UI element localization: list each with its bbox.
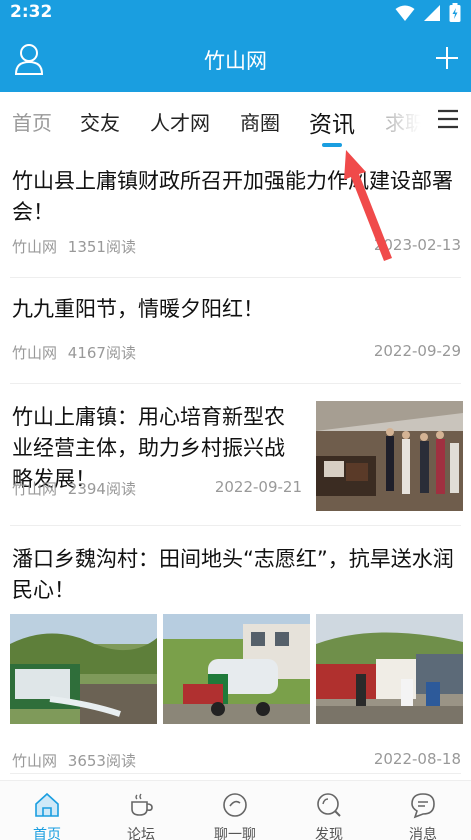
list-item[interactable]: 竹山上庸镇：用心培育新型农业经营主体，助力乡村振兴战略发展！ 竹山网 2394阅… <box>10 384 463 526</box>
nav-discover-label: 发现 <box>315 827 343 840</box>
nav-home[interactable]: 首页 <box>0 781 94 840</box>
status-time: 2:32 <box>10 2 53 22</box>
tab-home[interactable]: 首页 <box>12 107 52 136</box>
active-tab-indicator <box>322 143 342 147</box>
menu-icon[interactable] <box>437 108 459 130</box>
news-feed: 竹山县上庸镇财政所召开加强能力作风建设部署会！ 竹山网 1351阅读 2023-… <box>0 148 471 774</box>
wifi-icon <box>395 5 415 21</box>
article-thumbnail[interactable] <box>316 401 463 511</box>
article-reads: 3653阅读 <box>67 752 136 770</box>
chat-circle-icon <box>223 793 247 817</box>
message-icon <box>411 793 435 819</box>
nav-forum[interactable]: 论坛 <box>94 781 188 840</box>
list-item[interactable]: 潘口乡魏沟村：田间地头“志愿红”，抗旱送水润民心！ 竹山网 3653阅读 202… <box>10 526 463 774</box>
nav-home-label: 首页 <box>33 827 61 840</box>
discover-icon <box>317 793 341 817</box>
bottom-nav: 首页 论坛 聊一聊 发现 消息 <box>0 780 471 840</box>
status-bar: 2:32 <box>0 0 471 26</box>
nav-chat-label: 聊一聊 <box>214 827 256 840</box>
article-thumbnails <box>10 614 463 724</box>
list-item[interactable]: 九九重阳节，情暖夕阳红！ 竹山网 4167阅读 2022-09-29 <box>10 278 461 384</box>
nav-forum-label: 论坛 <box>127 827 155 840</box>
article-reads: 2394阅读 <box>67 480 136 498</box>
signal-icon <box>424 5 440 21</box>
article-thumbnail[interactable] <box>10 614 157 724</box>
app-title: 竹山网 <box>204 49 267 73</box>
article-date: 2022-08-18 <box>373 750 461 768</box>
article-meta: 竹山网 2394阅读 2022-09-21 <box>12 478 304 499</box>
annotation-arrow <box>344 150 392 261</box>
battery-icon <box>449 3 461 22</box>
article-reads: 4167阅读 <box>67 344 136 362</box>
app-bar: 竹山网 <box>0 26 471 92</box>
article-source: 竹山网 <box>12 344 58 362</box>
article-date: 2022-09-29 <box>373 342 461 360</box>
article-reads: 1351阅读 <box>67 238 136 256</box>
article-title: 潘口乡魏沟村：田间地头“志愿红”，抗旱送水润民心！ <box>12 547 454 602</box>
article-source: 竹山网 <box>12 238 58 256</box>
nav-chat[interactable]: 聊一聊 <box>188 781 282 840</box>
nav-messages[interactable]: 消息 <box>376 781 470 840</box>
coffee-cup-icon <box>131 793 153 816</box>
tab-fade <box>370 92 430 148</box>
article-meta: 竹山网 4167阅读 2022-09-29 <box>12 342 463 363</box>
article-source: 竹山网 <box>12 752 58 770</box>
home-icon <box>35 792 59 817</box>
tab-dating[interactable]: 交友 <box>80 107 120 136</box>
article-title: 九九重阳节，情暖夕阳红！ <box>12 297 264 321</box>
article-source: 竹山网 <box>12 480 58 498</box>
plus-icon[interactable] <box>435 46 459 70</box>
article-thumbnail[interactable] <box>163 614 310 724</box>
nav-discover[interactable]: 发现 <box>282 781 376 840</box>
category-tabs: 首页 交友 人才网 商圈 资讯 求职 <box>0 92 471 148</box>
article-thumbnail[interactable] <box>316 614 463 724</box>
article-meta: 竹山网 3653阅读 2022-08-18 <box>12 750 463 771</box>
tab-jobs[interactable]: 人才网 <box>150 107 210 136</box>
tab-business[interactable]: 商圈 <box>240 107 280 136</box>
tab-news[interactable]: 资讯 <box>309 105 355 139</box>
article-date: 2022-09-21 <box>214 478 302 496</box>
status-icons <box>395 3 461 23</box>
nav-messages-label: 消息 <box>409 827 437 840</box>
